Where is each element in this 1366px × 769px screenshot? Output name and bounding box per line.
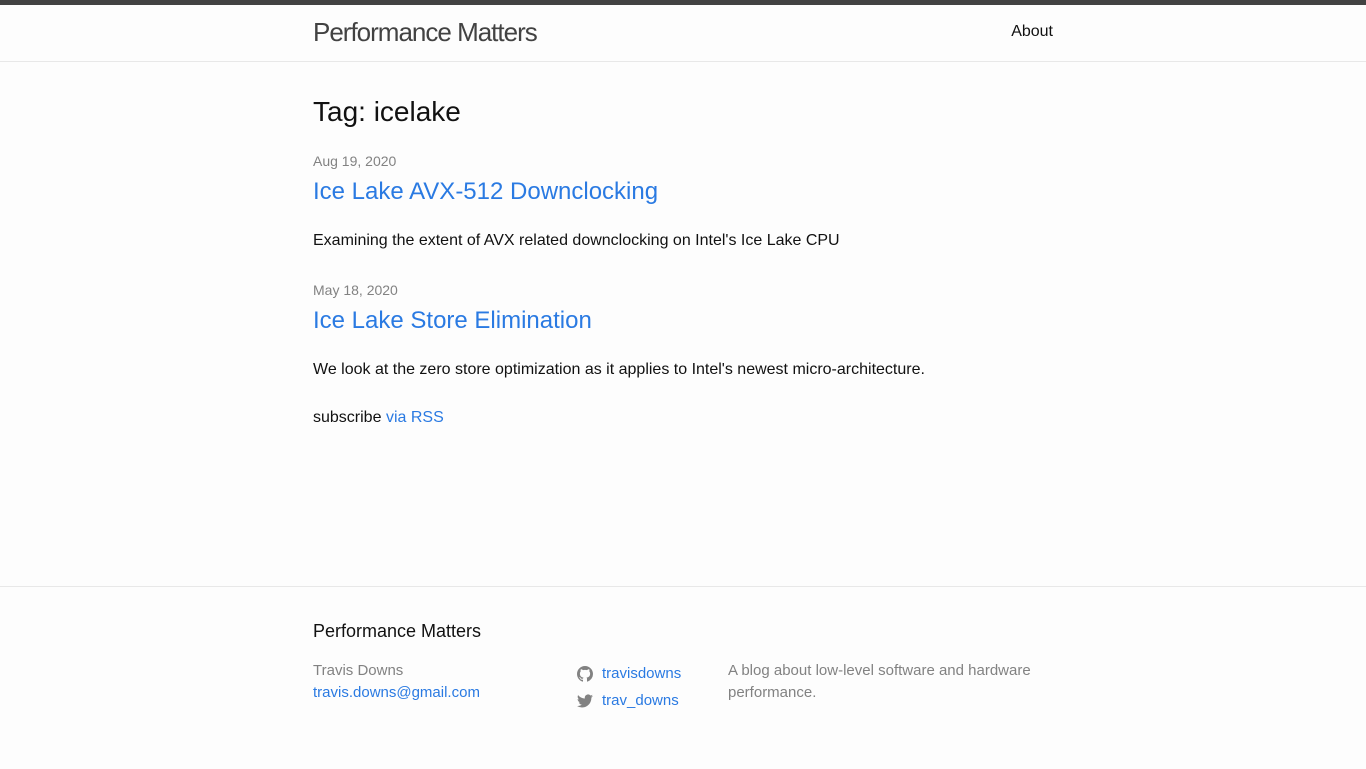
footer-contact: Travis Downs travis.downs@gmail.com: [313, 660, 480, 704]
post-list-item: Aug 19, 2020 Ice Lake AVX-512 Downclocki…: [313, 152, 1053, 251]
page-heading: Tag: icelake: [313, 96, 461, 127]
twitter-link[interactable]: trav_downs: [602, 687, 679, 714]
footer-author: Travis Downs: [313, 662, 404, 679]
site-title-link[interactable]: Performance Matters: [313, 17, 538, 47]
footer-social: travisdowns trav_downs: [577, 660, 681, 714]
post-title-link[interactable]: Ice Lake AVX-512 Downclocking: [313, 177, 1053, 207]
post-title-link[interactable]: Ice Lake Store Elimination: [313, 306, 1053, 336]
footer-description: A blog about low-level software and hard…: [728, 662, 1031, 701]
twitter-icon: [577, 694, 593, 707]
github-row: travisdowns: [577, 660, 681, 687]
github-icon: [577, 665, 593, 682]
post-excerpt: We look at the zero store optimization a…: [313, 361, 925, 378]
footer-email-link[interactable]: travis.downs@gmail.com: [313, 682, 480, 704]
post-date: Aug 19, 2020: [313, 153, 397, 169]
post-list-item: May 18, 2020 Ice Lake Store Elimination …: [313, 281, 1053, 380]
site-footer: Performance Matters Travis Downs travis.…: [0, 586, 1366, 769]
twitter-row: trav_downs: [577, 687, 681, 714]
rss-link[interactable]: via RSS: [386, 409, 444, 426]
footer-heading: Performance Matters: [313, 621, 482, 641]
post-excerpt: Examining the extent of AVX related down…: [313, 232, 840, 249]
nav-about-link[interactable]: About: [1011, 22, 1053, 42]
github-link[interactable]: travisdowns: [602, 660, 681, 687]
subscribe-label: subscribe: [313, 409, 382, 426]
post-date: May 18, 2020: [313, 282, 398, 298]
site-header: Performance Matters About: [0, 0, 1366, 62]
rss-subscribe: subscribe via RSS: [313, 408, 444, 428]
